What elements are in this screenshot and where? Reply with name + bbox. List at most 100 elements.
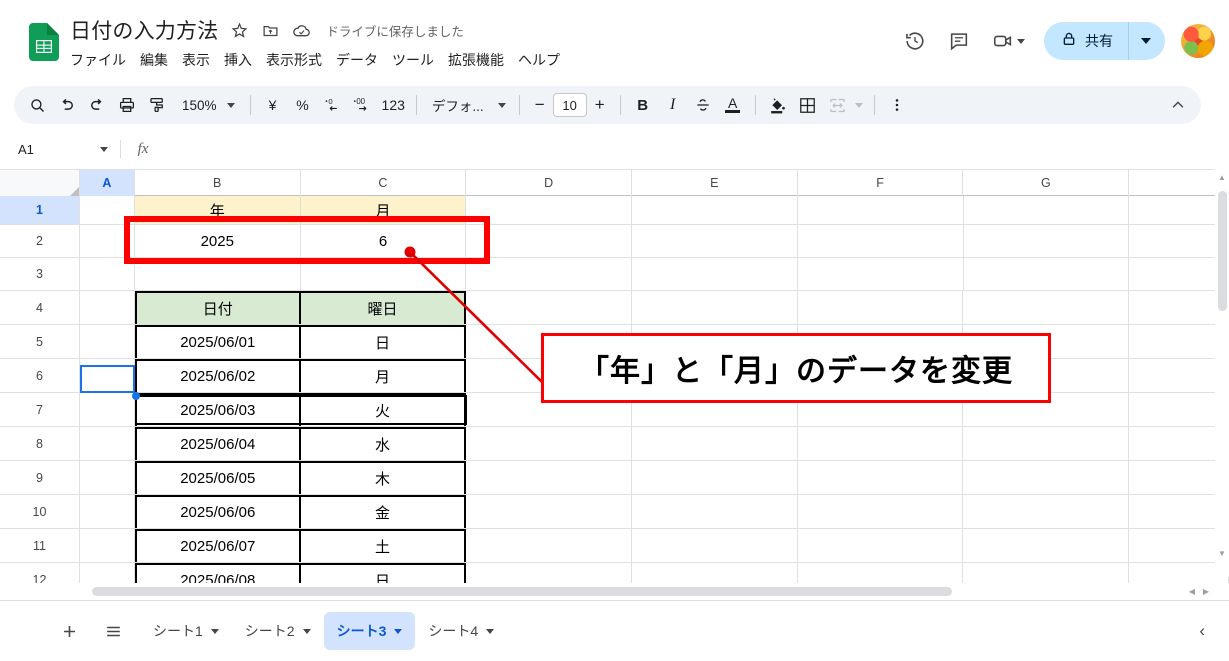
cell-h11[interactable]: [1129, 529, 1229, 562]
row-header-5[interactable]: 5: [0, 325, 80, 359]
cell-h4[interactable]: [1129, 291, 1229, 324]
vertical-scrollbar[interactable]: ▲ ▼: [1215, 169, 1229, 577]
scroll-left-arrow-icon[interactable]: ◀: [1185, 583, 1199, 599]
cell-f10[interactable]: [798, 495, 964, 528]
row-header-3[interactable]: 3: [0, 258, 80, 291]
cell-h8[interactable]: [1129, 427, 1229, 460]
menu-help[interactable]: ヘルプ: [518, 50, 560, 70]
row-header-8[interactable]: 8: [0, 427, 80, 461]
sheet-tab-2[interactable]: シート2: [232, 612, 324, 650]
cell-a7[interactable]: [80, 393, 135, 426]
currency-format-button[interactable]: ¥: [258, 90, 288, 120]
share-button[interactable]: 共有: [1044, 22, 1165, 60]
cell-b11[interactable]: 2025/06/07: [134, 529, 301, 562]
cell-d9[interactable]: [466, 461, 633, 494]
cell-a8[interactable]: [80, 427, 135, 460]
cell-h9[interactable]: [1129, 461, 1229, 494]
borders-icon[interactable]: [793, 90, 823, 120]
all-sheets-icon[interactable]: [96, 614, 130, 648]
sheet-tab-3[interactable]: シート3: [323, 612, 416, 650]
menu-file[interactable]: ファイル: [70, 50, 126, 70]
cell-c10[interactable]: 金: [300, 495, 467, 528]
cell-f3[interactable]: [798, 258, 964, 290]
add-sheet-button[interactable]: [52, 614, 86, 648]
move-to-folder-icon[interactable]: [260, 20, 280, 40]
cell-f4[interactable]: [798, 291, 964, 324]
print-icon[interactable]: [112, 90, 142, 120]
vertical-scroll-thumb[interactable]: [1218, 191, 1227, 311]
cell-e1[interactable]: [632, 196, 798, 224]
menu-tools[interactable]: ツール: [392, 50, 434, 70]
cell-b4[interactable]: 日付: [134, 291, 301, 324]
paint-format-icon[interactable]: [142, 90, 172, 120]
column-header-a[interactable]: A: [79, 170, 135, 196]
collapse-toolbar-icon[interactable]: [1163, 90, 1193, 120]
cell-b8[interactable]: 2025/06/04: [134, 427, 301, 460]
cell-b10[interactable]: 2025/06/06: [134, 495, 301, 528]
cell-d11[interactable]: [466, 529, 633, 562]
zoom-select[interactable]: 150%: [172, 90, 243, 120]
cell-b2[interactable]: 2025: [135, 225, 301, 257]
more-formats-button[interactable]: 123: [378, 90, 409, 120]
cell-h7[interactable]: [1129, 393, 1229, 426]
share-main-button[interactable]: 共有: [1044, 22, 1129, 60]
scroll-up-arrow-icon[interactable]: ▲: [1215, 169, 1229, 185]
percent-format-button[interactable]: %: [288, 90, 318, 120]
cell-g11[interactable]: [963, 529, 1130, 562]
cell-c6[interactable]: 月: [300, 359, 467, 392]
column-header-g[interactable]: G: [963, 170, 1130, 196]
column-header-d[interactable]: D: [466, 170, 632, 196]
cell-c5[interactable]: 日: [300, 325, 467, 358]
chevron-down-icon[interactable]: [210, 628, 219, 634]
name-box[interactable]: A1: [0, 132, 120, 166]
cell-c4[interactable]: 曜日: [300, 291, 467, 324]
cell-d1[interactable]: [466, 196, 633, 224]
cell-b6[interactable]: 2025/06/02: [134, 359, 301, 392]
cell-f2[interactable]: [798, 225, 964, 257]
chevron-down-icon[interactable]: [302, 628, 311, 634]
more-options-icon[interactable]: [882, 90, 912, 120]
cell-a10[interactable]: [80, 495, 135, 528]
cell-e10[interactable]: [632, 495, 798, 528]
cell-c1[interactable]: 月: [300, 196, 467, 224]
column-header-b[interactable]: B: [135, 170, 301, 196]
row-header-2[interactable]: 2: [0, 225, 80, 258]
version-history-icon[interactable]: [896, 22, 934, 60]
row-header-10[interactable]: 10: [0, 495, 80, 529]
chevron-down-icon[interactable]: [100, 146, 108, 152]
decrease-decimal-button[interactable]: 0: [318, 90, 348, 120]
chevron-down-icon[interactable]: [394, 628, 403, 634]
cell-g8[interactable]: [963, 427, 1130, 460]
decrease-font-size-button[interactable]: −: [527, 91, 553, 119]
cell-f1[interactable]: [798, 196, 964, 224]
redo-icon[interactable]: [82, 90, 112, 120]
strikethrough-icon[interactable]: [688, 90, 718, 120]
cell-a3[interactable]: [80, 258, 135, 290]
cell-a1[interactable]: [80, 196, 135, 224]
sheet-tab-4[interactable]: シート4: [415, 612, 507, 650]
cell-e9[interactable]: [632, 461, 798, 494]
row-header-7[interactable]: 7: [0, 393, 80, 427]
merge-dropdown-icon[interactable]: [854, 102, 863, 108]
cell-f11[interactable]: [798, 529, 964, 562]
cell-b1[interactable]: 年: [134, 196, 301, 224]
cell-c3[interactable]: [301, 258, 467, 290]
cell-a4[interactable]: [80, 291, 135, 324]
text-color-button[interactable]: A: [718, 90, 748, 120]
scroll-down-arrow-icon[interactable]: ▼: [1215, 545, 1229, 561]
cell-a6[interactable]: [80, 359, 135, 392]
column-header-f[interactable]: F: [798, 170, 964, 196]
menu-edit[interactable]: 編集: [140, 50, 168, 70]
cell-h6[interactable]: [1129, 359, 1229, 392]
cell-h10[interactable]: [1129, 495, 1229, 528]
cell-b3[interactable]: [135, 258, 301, 290]
cell-a5[interactable]: [80, 325, 135, 358]
cell-a9[interactable]: [80, 461, 135, 494]
chevron-down-icon[interactable]: [1016, 38, 1025, 44]
menu-format[interactable]: 表示形式: [266, 50, 322, 70]
row-header-11[interactable]: 11: [0, 529, 80, 563]
cell-c8[interactable]: 水: [300, 427, 467, 460]
cell-e4[interactable]: [632, 291, 798, 324]
meet-camera-icon[interactable]: [984, 22, 1032, 60]
cell-f9[interactable]: [798, 461, 964, 494]
